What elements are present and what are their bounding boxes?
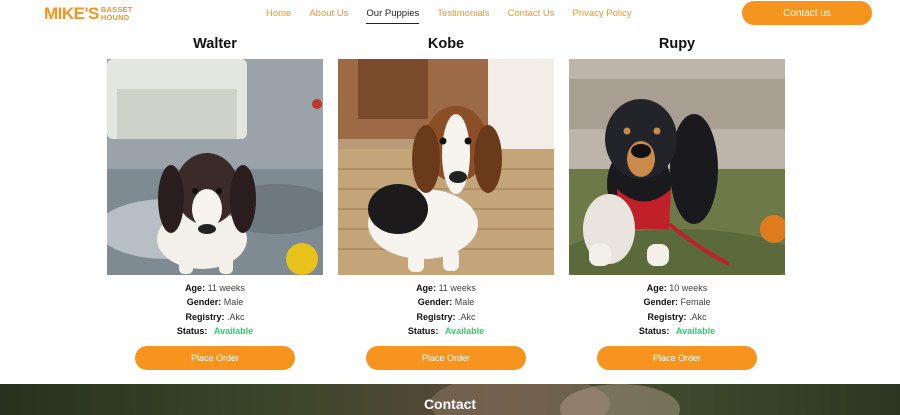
- place-order-button[interactable]: Place Order: [135, 346, 295, 371]
- age-row: Age: 10 weeks: [569, 281, 785, 295]
- gender-label: Gender:: [186, 297, 222, 308]
- puppy-details: Age: 10 weeks Gender: Female Registry: .…: [569, 281, 785, 338]
- registry-row: Registry: .Akc: [107, 310, 323, 324]
- gender-label: Gender:: [417, 297, 453, 308]
- puppy-name: Rupy: [658, 36, 696, 52]
- contact-heading: Contact: [423, 396, 477, 412]
- registry-value: .Akc: [689, 311, 707, 322]
- status-row: Status: Available: [107, 324, 323, 338]
- status-label: Status:: [176, 325, 208, 336]
- status-row: Status: Available: [569, 324, 785, 338]
- puppy-photo: [107, 59, 323, 275]
- puppy-card: Walter Age: 11 weeks Gender: Male Regist…: [107, 34, 323, 371]
- gender-value: Male: [223, 297, 244, 308]
- gender-row: Gender: Male: [338, 295, 554, 309]
- registry-value: .Akc: [458, 311, 476, 322]
- age-value: 11 weeks: [207, 283, 245, 293]
- gender-value: Male: [454, 297, 475, 308]
- brand-logo[interactable]: MIKE'S BASSET HOUND: [44, 3, 133, 25]
- nav-about-us[interactable]: About Us: [309, 8, 348, 19]
- gender-value: Female: [680, 297, 711, 308]
- status-label: Status:: [638, 325, 670, 336]
- logo-sub-bottom: HOUND: [100, 13, 130, 22]
- age-row: Age: 11 weeks: [338, 281, 554, 295]
- puppy-details: Age: 11 weeks Gender: Male Registry: .Ak…: [107, 281, 323, 338]
- nav-privacy-policy[interactable]: Privacy Policy: [573, 8, 632, 19]
- puppy-card: Kobe Age: 11 weeks Gender: Male Registry…: [338, 34, 554, 371]
- puppy-card: Rupy Age: 10 weeks Gender: Female Regist…: [569, 34, 785, 371]
- registry-row: Registry: .Akc: [338, 310, 554, 324]
- nav-home[interactable]: Home: [266, 8, 291, 19]
- age-row: Age: 11 weeks: [107, 281, 323, 295]
- puppy-name: Walter: [193, 36, 237, 52]
- status-label: Status:: [407, 325, 439, 336]
- place-order-button[interactable]: Place Order: [597, 346, 757, 371]
- site-header: MIKE'S BASSET HOUND Home About Us Our Pu…: [0, 0, 900, 28]
- registry-row: Registry: .Akc: [569, 310, 785, 324]
- puppy-photo: [338, 59, 554, 275]
- puppy-details: Age: 11 weeks Gender: Male Registry: .Ak…: [338, 281, 554, 338]
- age-value: 10 weeks: [669, 283, 708, 293]
- logo-sub-text: BASSET HOUND: [101, 6, 133, 22]
- age-label: Age:: [646, 283, 667, 293]
- nav-contact-us[interactable]: Contact Us: [508, 8, 555, 19]
- puppy-photo: [569, 59, 785, 275]
- main-nav: Home About Us Our Puppies Testimonials C…: [266, 8, 650, 24]
- status-value: Available: [675, 325, 716, 336]
- age-label: Age:: [185, 283, 206, 293]
- status-row: Status: Available: [338, 324, 554, 338]
- registry-label: Registry:: [185, 311, 225, 322]
- gender-row: Gender: Female: [569, 295, 785, 309]
- status-value: Available: [444, 325, 485, 336]
- gender-label: Gender:: [643, 297, 678, 308]
- age-label: Age:: [416, 283, 437, 293]
- gender-row: Gender: Male: [107, 295, 323, 309]
- contact-us-button[interactable]: Contact us: [742, 1, 872, 25]
- logo-main-text: MIKE'S: [44, 4, 99, 23]
- nav-testimonials[interactable]: Testimonials: [437, 8, 489, 19]
- puppy-name: Kobe: [427, 36, 465, 52]
- registry-label: Registry:: [416, 311, 456, 322]
- contact-section: Contact: [0, 384, 900, 415]
- place-order-button[interactable]: Place Order: [366, 346, 526, 371]
- status-value: Available: [213, 325, 254, 336]
- nav-our-puppies[interactable]: Our Puppies: [366, 8, 419, 24]
- registry-label: Registry:: [647, 311, 687, 322]
- age-value: 11 weeks: [438, 283, 476, 293]
- registry-value: .Akc: [227, 311, 245, 322]
